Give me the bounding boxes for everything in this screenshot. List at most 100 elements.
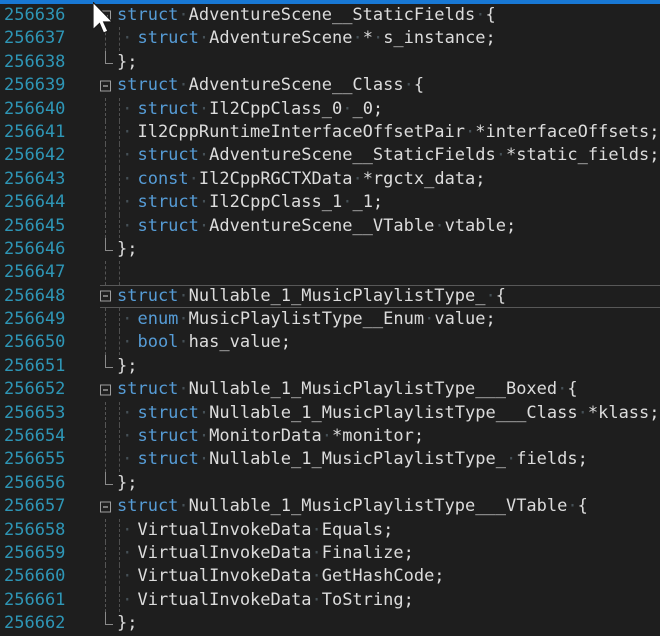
fold-margin <box>100 238 117 261</box>
code-token: Nullable_1_MusicPlaylistType___VTable <box>189 496 568 516</box>
code-token: AdventureScene <box>209 28 352 48</box>
whitespace-dot: · <box>434 216 444 236</box>
code-text[interactable]: ·struct·AdventureScene__StaticFields·*st… <box>117 144 660 167</box>
code-token: *klass; <box>588 403 660 423</box>
code-line: 256657struct·Nullable_1_MusicPlaylistTyp… <box>0 495 660 518</box>
code-text[interactable]: }; <box>117 612 660 635</box>
code-text[interactable]: ·Il2CppRuntimeInterfaceOffsetPair·*inter… <box>117 121 660 144</box>
fold-margin <box>100 355 117 378</box>
code-line: 256638}; <box>0 51 660 74</box>
fold-collapse-button[interactable] <box>100 80 111 91</box>
code-text[interactable]: ·VirtualInvokeData·ToString; <box>117 589 660 612</box>
whitespace-dot: · <box>342 99 352 119</box>
code-text[interactable]: ·VirtualInvokeData·Finalize; <box>117 542 660 565</box>
code-token: *static_fields; <box>506 145 660 165</box>
code-text[interactable]: ·struct·MonitorData·*monitor; <box>117 425 660 448</box>
code-text[interactable]: ·VirtualInvokeData·GetHashCode; <box>117 565 660 588</box>
indent-guide <box>119 448 120 471</box>
code-text[interactable]: ·struct·AdventureScene·*·s_instance; <box>117 27 660 50</box>
code-text[interactable]: ·const·Il2CppRGCTXData·*rgctx_data; <box>117 168 660 191</box>
line-number: 256636 <box>0 4 100 27</box>
fold-guide-line <box>105 144 106 167</box>
code-line: 256639struct·AdventureScene__Class·{ <box>0 74 660 97</box>
code-text[interactable]: ·struct·Nullable_1_MusicPlaylistType___C… <box>117 402 660 425</box>
code-text[interactable]: ·bool·has_value; <box>117 331 660 354</box>
code-token: struct <box>117 379 178 399</box>
code-text[interactable]: ·struct·Il2CppClass_1·_1; <box>117 191 660 214</box>
code-token: Nullable_1_MusicPlaylistType___Class <box>209 403 577 423</box>
whitespace-dot: · <box>311 520 321 540</box>
fold-margin <box>100 191 117 214</box>
fold-collapse-button[interactable] <box>100 10 111 21</box>
code-text[interactable]: struct·Nullable_1_MusicPlaylistType_·{ <box>117 285 660 308</box>
code-token: AdventureScene__Class <box>189 75 404 95</box>
fold-collapse-button[interactable] <box>100 501 111 512</box>
fold-guide-line <box>105 27 106 50</box>
fold-margin <box>100 519 117 542</box>
code-token: struct <box>117 496 178 516</box>
code-text[interactable]: ·struct·Il2CppClass_0·_0; <box>117 98 660 121</box>
fold-end-line <box>105 355 113 368</box>
indent-guide <box>119 191 120 214</box>
line-number: 256661 <box>0 589 100 612</box>
code-line: 256648struct·Nullable_1_MusicPlaylistTyp… <box>0 285 660 308</box>
fold-guide-line <box>105 565 106 588</box>
code-text[interactable]: struct·Nullable_1_MusicPlaylistType___Bo… <box>117 378 660 401</box>
fold-collapse-button[interactable] <box>100 384 111 395</box>
whitespace-dot: · <box>557 379 567 399</box>
code-token: struct <box>137 28 198 48</box>
code-editor[interactable]: 256636 struct·AdventureScene__StaticField… <box>0 4 660 636</box>
code-token: *interfaceOffsets; <box>475 122 659 142</box>
whitespace-dot: · <box>311 590 321 610</box>
fold-guide-line <box>105 519 106 542</box>
code-text[interactable]: ·enum·MusicPlaylistType__Enum·value; <box>117 308 660 331</box>
code-line: 256661 ·VirtualInvokeData·ToString; <box>0 589 660 612</box>
whitespace-dot: · <box>178 75 188 95</box>
code-token: * <box>363 28 373 48</box>
whitespace-dot: · <box>311 566 321 586</box>
code-text[interactable]: ·struct·AdventureScene__VTable·vtable; <box>117 215 660 238</box>
code-text[interactable]: struct·AdventureScene__Class·{ <box>117 74 660 97</box>
fold-guide-line <box>105 215 106 238</box>
fold-guide-line <box>105 542 106 565</box>
fold-margin <box>100 74 117 97</box>
indent-guide <box>119 331 120 354</box>
code-token: VirtualInvokeData <box>137 590 311 610</box>
fold-guide-line <box>105 589 106 612</box>
fold-guide-line <box>105 121 106 144</box>
code-text[interactable]: struct·AdventureScene__StaticFields·{ <box>117 4 660 27</box>
code-token: MonitorData <box>209 426 322 446</box>
code-text[interactable]: }; <box>117 355 660 378</box>
indent-guide <box>119 542 120 565</box>
fold-margin <box>100 285 117 308</box>
code-line: 256656}; <box>0 472 660 495</box>
fold-margin <box>100 168 117 191</box>
code-token: Il2CppClass_0 <box>209 99 342 119</box>
code-token: Il2CppClass_1 <box>209 192 342 212</box>
code-text[interactable]: struct·Nullable_1_MusicPlaylistType___VT… <box>117 495 660 518</box>
code-text[interactable] <box>117 261 660 284</box>
indent-guide <box>119 261 120 284</box>
code-text[interactable]: ·struct·Nullable_1_MusicPlaylistType_·fi… <box>117 448 660 471</box>
whitespace-dot: · <box>424 309 434 329</box>
fold-guide-line <box>105 331 106 354</box>
code-token: Finalize; <box>322 543 414 563</box>
fold-guide-line <box>105 402 106 425</box>
whitespace-dot: · <box>199 426 209 446</box>
fold-minus-icon <box>103 85 108 86</box>
code-token: Equals; <box>322 520 394 540</box>
code-text[interactable]: }; <box>117 51 660 74</box>
indent-whitespace: · <box>117 448 137 471</box>
fold-minus-icon <box>103 296 108 297</box>
fold-collapse-button[interactable] <box>100 291 111 302</box>
fold-margin <box>100 448 117 471</box>
fold-guide-line <box>105 425 106 448</box>
code-line: 256654·struct·MonitorData·*monitor; <box>0 425 660 448</box>
whitespace-dot: · <box>465 122 475 142</box>
indent-whitespace: · <box>117 168 137 191</box>
code-text[interactable]: }; <box>117 238 660 261</box>
code-text[interactable]: }; <box>117 472 660 495</box>
code-text[interactable]: ·VirtualInvokeData·Equals; <box>117 519 660 542</box>
code-token: }; <box>117 473 137 493</box>
line-number: 256643 <box>0 168 100 191</box>
